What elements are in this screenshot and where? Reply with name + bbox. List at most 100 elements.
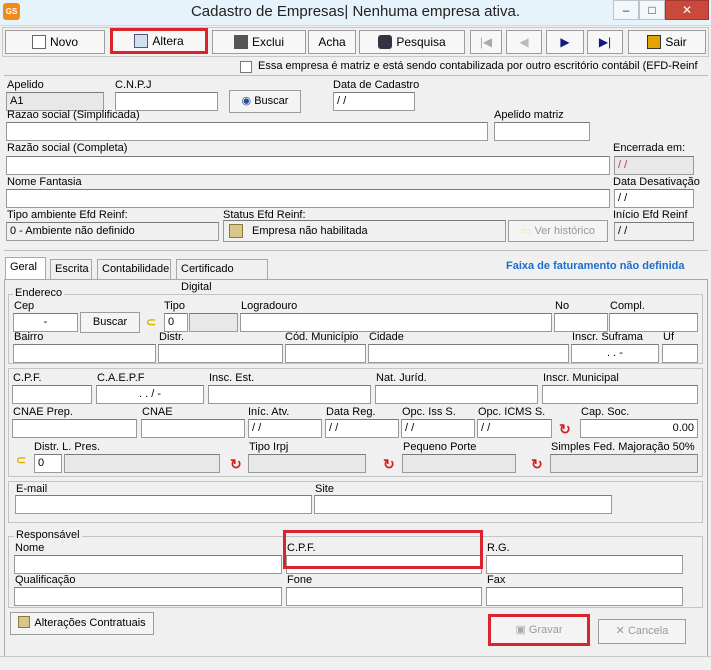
distr-pres-field[interactable]: 0: [34, 454, 62, 473]
ver-historico-button[interactable]: ▭ Ver histórico: [508, 220, 608, 242]
novo-button[interactable]: Novo: [5, 30, 105, 54]
search-icon: ◉: [241, 95, 255, 107]
divider: [4, 75, 708, 76]
cpf-field[interactable]: [12, 385, 92, 404]
faixa-faturamento-text: Faixa de faturamento não definida: [506, 260, 685, 272]
alteracoes-contratuais-button[interactable]: Alterações Contratuais: [10, 612, 154, 635]
sair-button[interactable]: Sair: [628, 30, 706, 54]
cpf-highlight-box: [283, 530, 483, 569]
simples-label: Simples Fed. Majoração 50%: [551, 441, 695, 453]
endereco-group-label: Endereco: [13, 287, 65, 299]
cnae-field[interactable]: [141, 419, 245, 438]
logradouro-field[interactable]: [240, 313, 552, 332]
distr-pres-description: [64, 454, 220, 473]
encerrada-field[interactable]: / /: [614, 156, 694, 175]
complemento-field[interactable]: [609, 313, 698, 332]
exclui-button[interactable]: Exclui: [212, 30, 306, 54]
opc-iss-field[interactable]: / /: [401, 419, 475, 438]
caepf-field[interactable]: . . / -: [96, 385, 204, 404]
exit-door-icon: [647, 35, 662, 49]
next-record-button[interactable]: ▶: [546, 30, 584, 54]
razao-completa-field[interactable]: [6, 156, 610, 175]
minimize-button[interactable]: –: [613, 0, 639, 20]
data-reg-field[interactable]: / /: [325, 419, 399, 438]
opc-icms-label: Opc. ICMS S.: [478, 406, 546, 418]
apelido-matriz-field[interactable]: [494, 122, 590, 141]
resp-rg-field[interactable]: [486, 555, 683, 574]
simples-field: [550, 454, 698, 473]
resp-nome-field[interactable]: [14, 555, 282, 574]
inscr-suframa-field[interactable]: . . -: [571, 344, 659, 363]
tab-escrita[interactable]: Escrita: [50, 259, 92, 279]
status-reinf-field: Empresa não habilitada: [223, 220, 506, 242]
close-button[interactable]: ✕: [665, 0, 709, 20]
uf-field[interactable]: [662, 344, 698, 363]
qualificacao-field[interactable]: [14, 587, 282, 606]
distr-pres-label: Distr. L. Pres.: [34, 441, 101, 453]
bairro-field[interactable]: [13, 344, 156, 363]
matriz-checkbox[interactable]: [240, 61, 252, 73]
responsavel-group-label: Responsável: [14, 529, 82, 541]
acha-button[interactable]: Acha: [308, 30, 356, 54]
fax-field[interactable]: [486, 587, 683, 606]
gravar-button[interactable]: ▣ Gravar: [488, 614, 590, 646]
binoculars-icon: [378, 35, 393, 49]
email-field[interactable]: [15, 495, 312, 514]
data-desativacao-field[interactable]: / /: [614, 189, 694, 208]
data-desativacao-label: Data Desativação: [613, 176, 700, 188]
insc-municipal-field[interactable]: [542, 385, 698, 404]
refresh-icon[interactable]: ↻: [531, 456, 543, 473]
cep-field[interactable]: -: [13, 313, 78, 332]
data-cadastro-label: Data de Cadastro: [333, 79, 420, 91]
previous-record-button[interactable]: ◀: [506, 30, 542, 54]
buscar-cep-button[interactable]: Buscar: [80, 312, 140, 333]
cap-soc-field[interactable]: 0.00: [580, 419, 698, 438]
nat-jurid-field[interactable]: [375, 385, 538, 404]
encerrada-label: Encerrada em:: [613, 142, 686, 154]
cidade-field[interactable]: [368, 344, 569, 363]
resp-rg-label: R.G.: [487, 542, 510, 554]
cod-municipio-field[interactable]: [285, 344, 366, 363]
insc-municipal-label: Inscr. Municipal: [543, 372, 619, 384]
pequeno-porte-field: [402, 454, 516, 473]
fone-field[interactable]: [286, 587, 482, 606]
altera-button[interactable]: Altera: [110, 28, 208, 54]
numero-field[interactable]: [554, 313, 608, 332]
insc-est-label: Insc. Est.: [209, 372, 255, 384]
history-icon: ▭: [521, 225, 535, 237]
refresh-icon[interactable]: ↻: [383, 456, 395, 473]
window-title: Cadastro de Empresas| Nenhuma empresa at…: [190, 3, 521, 20]
inicio-reinf-label: Início Efd Reinf: [613, 209, 688, 221]
first-record-button[interactable]: |◀: [470, 30, 502, 54]
maximize-button[interactable]: □: [639, 0, 665, 20]
insc-est-field[interactable]: [208, 385, 371, 404]
cnae-prep-field[interactable]: [12, 419, 137, 438]
last-record-button[interactable]: ▶|: [587, 30, 623, 54]
inicio-reinf-field[interactable]: / /: [614, 222, 694, 241]
data-cadastro-field[interactable]: / /: [333, 92, 415, 111]
site-field[interactable]: [314, 495, 612, 514]
tab-geral[interactable]: Geral: [5, 257, 46, 279]
tipo-irpj-field: [248, 454, 366, 473]
tab-certificado-digital[interactable]: Certificado Digital: [176, 259, 268, 293]
cancela-button[interactable]: ✕ Cancela: [598, 619, 686, 644]
refresh-icon[interactable]: ↻: [230, 456, 242, 473]
status-bar: [0, 656, 711, 670]
key-icon: ⊂: [146, 315, 157, 329]
tab-contabilidade[interactable]: Contabilidade: [97, 259, 171, 279]
inic-atv-field[interactable]: / /: [248, 419, 322, 438]
buscar-cnpj-button[interactable]: ◉ Buscar: [229, 90, 301, 113]
nome-fantasia-field[interactable]: [6, 189, 610, 208]
cnpj-label: C.N.P.J: [115, 79, 152, 91]
nome-fantasia-label: Nome Fantasia: [7, 176, 82, 188]
pesquisa-button[interactable]: Pesquisa: [359, 30, 465, 54]
pequeno-porte-label: Pequeno Porte: [403, 441, 477, 453]
distrito-field[interactable]: [158, 344, 283, 363]
refresh-icon[interactable]: ↻: [559, 421, 571, 438]
razao-simplificada-field[interactable]: [6, 122, 488, 141]
cidade-label: Cidade: [369, 331, 404, 343]
tipo-field[interactable]: 0: [164, 313, 188, 332]
tipo-ambiente-field[interactable]: 0 - Ambiente não definido: [6, 222, 219, 241]
matriz-checkbox-label: Essa empresa é matriz e está sendo conta…: [258, 60, 698, 72]
opc-icms-field[interactable]: / /: [477, 419, 552, 438]
